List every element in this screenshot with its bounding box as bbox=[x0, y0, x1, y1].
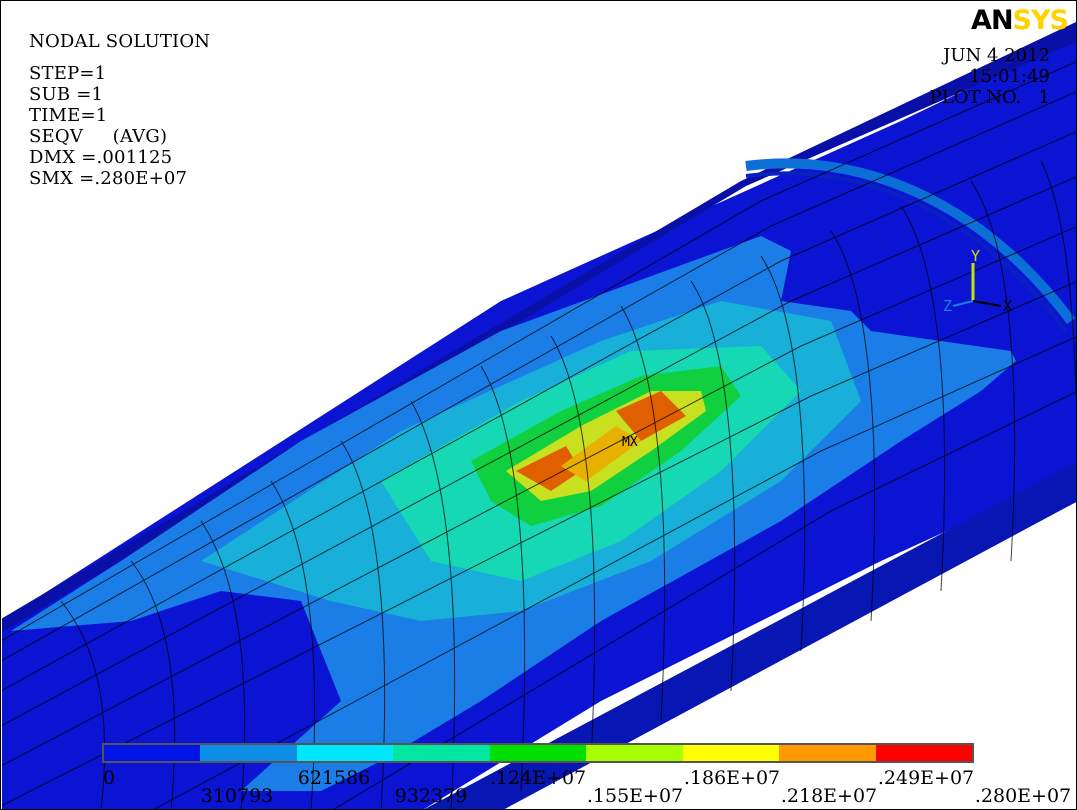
legend-label-1: 310793 bbox=[200, 785, 274, 807]
legend-swatch-1 bbox=[200, 745, 297, 761]
triad-z-label: Z bbox=[943, 297, 953, 315]
legend-swatch-5 bbox=[586, 745, 683, 761]
legend-label-0: 0 bbox=[102, 767, 116, 789]
legend-label-5: .155E+07 bbox=[586, 785, 684, 807]
legend-swatch-4 bbox=[489, 745, 587, 761]
legend-label-7: .218E+07 bbox=[780, 785, 878, 807]
legend-swatch-3 bbox=[393, 745, 490, 761]
max-marker: MX bbox=[622, 435, 638, 450]
contour-legend-bar bbox=[102, 743, 974, 763]
time-label: TIME=1 bbox=[29, 105, 108, 126]
plot-number: PLOT NO. 1 bbox=[929, 87, 1050, 108]
substep-label: SUB =1 bbox=[29, 84, 104, 105]
legend-swatch-7 bbox=[779, 745, 876, 761]
smx-label: SMX =.280E+07 bbox=[29, 168, 188, 189]
ansys-logo: ANSYS bbox=[971, 5, 1069, 36]
legend-label-6: .186E+07 bbox=[683, 767, 781, 789]
legend-label-4: .124E+07 bbox=[489, 767, 587, 789]
fem-model-plot bbox=[2, 21, 1076, 809]
legend-label-2: 621586 bbox=[297, 767, 371, 789]
legend-label-9: .280E+07 bbox=[974, 785, 1072, 807]
legend-swatch-2 bbox=[296, 745, 394, 761]
triad-y-label: Y bbox=[971, 247, 981, 265]
legend-label-8: .249E+07 bbox=[877, 767, 975, 789]
legend-swatch-8 bbox=[875, 745, 972, 761]
result-type-label: SEQV (AVG) bbox=[29, 126, 168, 147]
triad-x-label: X bbox=[1003, 297, 1013, 315]
legend-swatch-0 bbox=[104, 745, 201, 761]
date-stamp: JUN 4 2012 bbox=[943, 45, 1050, 66]
time-stamp: 15:01:49 bbox=[969, 66, 1050, 87]
legend-label-3: 932379 bbox=[394, 785, 468, 807]
dmx-label: DMX =.001125 bbox=[29, 147, 173, 168]
legend-swatch-6 bbox=[682, 745, 780, 761]
step-label: STEP=1 bbox=[29, 63, 107, 84]
plot-title: NODAL SOLUTION bbox=[29, 31, 211, 52]
graphics-viewport[interactable]: NODAL SOLUTION STEP=1 SUB =1 TIME=1 SEQV… bbox=[0, 0, 1077, 810]
